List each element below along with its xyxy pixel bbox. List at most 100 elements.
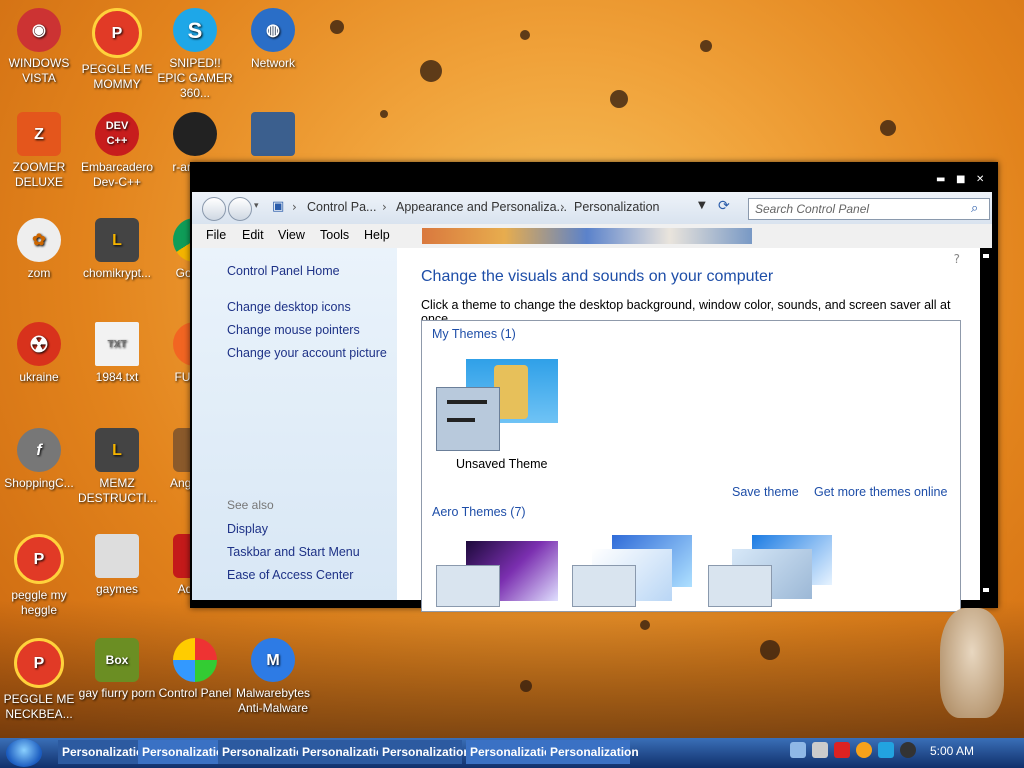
- search-input[interactable]: Search Control Panel ⌕: [748, 198, 990, 220]
- menu-edit[interactable]: Edit: [242, 228, 264, 242]
- breadcrumb-appearance[interactable]: Appearance and Personaliza...: [396, 200, 567, 214]
- desktop-icon-peggle-heggle[interactable]: P peggle my heggle: [0, 534, 78, 618]
- tray-record-icon[interactable]: [900, 742, 916, 758]
- peggle-icon: P: [14, 534, 64, 584]
- taskbar-task[interactable]: Personalization: [466, 740, 559, 764]
- start-button[interactable]: [6, 739, 42, 767]
- forward-button[interactable]: [228, 197, 252, 221]
- ease-of-access-link[interactable]: Ease of Access Center: [227, 568, 353, 582]
- desktop-icon-chomikrypt[interactable]: L chomikrypt...: [78, 218, 156, 281]
- change-account-picture-link[interactable]: Change your account picture: [227, 346, 387, 360]
- unsaved-theme-tile[interactable]: Unsaved Theme: [436, 359, 560, 479]
- recent-pages-chevron-icon[interactable]: ▾: [254, 201, 259, 211]
- peggle-icon: P: [92, 8, 142, 58]
- tasks-pane: Control Panel Home Change desktop icons …: [192, 248, 397, 600]
- see-also-heading: See also: [227, 498, 274, 512]
- menu-view[interactable]: View: [278, 228, 305, 242]
- zoomer-icon: Z: [17, 112, 61, 156]
- vertical-scrollbar[interactable]: [980, 248, 992, 600]
- desktop-icon-devcpp[interactable]: DEV C++ Embarcadero Dev-C++: [78, 112, 156, 190]
- menu-bar: File Edit View Tools Help: [192, 224, 992, 249]
- aero-theme-tile-2[interactable]: [572, 535, 696, 607]
- window-titlebar[interactable]: ▬ ■ ✕: [190, 162, 998, 192]
- skype-icon: S: [173, 8, 217, 52]
- desktop-icon-zoomer[interactable]: Z ZOOMER DELUXE: [0, 112, 78, 190]
- chomikrypt-icon: L: [95, 218, 139, 262]
- aero-theme-tile-1[interactable]: [436, 541, 560, 607]
- desktop-icon-network[interactable]: ◍ Network: [234, 8, 312, 71]
- tray-network-icon[interactable]: [790, 742, 806, 758]
- desktop-icon-sniped[interactable]: S SNIPED!! EPIC GAMER 360...: [156, 8, 234, 101]
- desktop-icon-gaymes[interactable]: gaymes: [78, 534, 156, 597]
- taskbar-task[interactable]: Personalization: [58, 740, 151, 764]
- desktop-icon-ukraine[interactable]: ☢ ukraine: [0, 322, 78, 385]
- radiation-icon: ☢: [17, 322, 61, 366]
- tray-display-icon[interactable]: [878, 742, 894, 758]
- search-icon[interactable]: ⌕: [971, 200, 978, 216]
- back-button[interactable]: [202, 197, 226, 221]
- desktop-icon-zom[interactable]: ✿ zom: [0, 218, 78, 281]
- close-button[interactable]: ✕: [976, 174, 984, 185]
- scroll-up-arrow-icon[interactable]: [983, 254, 989, 258]
- control-panel-icon: [173, 638, 217, 682]
- aero-theme-tile-3[interactable]: [708, 535, 832, 607]
- change-mouse-pointers-link[interactable]: Change mouse pointers: [227, 323, 360, 337]
- display-link[interactable]: Display: [227, 522, 268, 536]
- laptop-icon: [251, 112, 295, 156]
- main-pane: ? Change the visuals and sounds on your …: [397, 248, 980, 612]
- zom-icon: ✿: [17, 218, 61, 262]
- desktop-icon-windows-vista[interactable]: ◉ WINDOWS VISTA: [0, 8, 78, 86]
- tray-volume-icon[interactable]: [812, 742, 828, 758]
- peggle-icon: P: [14, 638, 64, 688]
- menu-tools[interactable]: Tools: [320, 228, 349, 242]
- get-more-themes-link[interactable]: Get more themes online: [814, 485, 947, 499]
- desktop-icon-peggle-neckbeard[interactable]: P PEGGLE ME NECKBEA...: [0, 638, 78, 722]
- taskbar-task[interactable]: Personalization: [138, 740, 231, 764]
- menu-file[interactable]: File: [206, 228, 226, 242]
- themes-list: My Themes (1) Unsaved Theme Save theme G…: [421, 320, 961, 612]
- desktop-icon-1984[interactable]: TXT 1984.txt: [78, 322, 156, 385]
- desktop-icon-malwarebytes[interactable]: M Malwarebytes Anti-Malware: [234, 638, 312, 716]
- taskbar-task[interactable]: Personalization: [298, 740, 391, 764]
- breadcrumb-control-panel[interactable]: Control Pa...: [307, 200, 376, 214]
- devcpp-icon: DEV C++: [95, 112, 139, 156]
- breadcrumb-personalization[interactable]: Personalization: [574, 200, 659, 214]
- flash-icon: f: [17, 428, 61, 472]
- taskbar-task[interactable]: Personalization: [218, 740, 311, 764]
- taskbar-task[interactable]: Personalization: [546, 740, 639, 764]
- box-icon: Box: [95, 638, 139, 682]
- desktop-icon-gay-fiurry[interactable]: Box gay fiurry porn: [78, 638, 156, 701]
- maximize-button[interactable]: ■: [956, 174, 965, 185]
- hamster-character: [940, 608, 1004, 718]
- desktop-icon-peggle-me-mommy[interactable]: P PEGGLE ME MOMMY: [78, 8, 156, 92]
- breadcrumb-separator-icon: ›: [382, 200, 387, 214]
- desktop-icon-laptop[interactable]: [234, 112, 312, 160]
- my-themes-heading: My Themes (1): [432, 327, 516, 341]
- taskbar-task[interactable]: Personalization: [378, 740, 471, 764]
- page-title: Change the visuals and sounds on your co…: [421, 268, 774, 285]
- address-dropdown-icon[interactable]: ▼: [698, 200, 706, 211]
- tray-app-icon[interactable]: [856, 742, 872, 758]
- menu-help[interactable]: Help: [364, 228, 390, 242]
- text-file-icon: TXT: [95, 322, 139, 366]
- rendering-artifact: [422, 228, 752, 244]
- change-desktop-icons-link[interactable]: Change desktop icons: [227, 300, 351, 314]
- taskbar: Personalization Personalization Personal…: [0, 738, 1024, 768]
- refresh-icon[interactable]: ⟳: [718, 198, 730, 214]
- scroll-down-arrow-icon[interactable]: [983, 588, 989, 592]
- desktop-icon-shopping[interactable]: f ShoppingC...: [0, 428, 78, 491]
- help-icon[interactable]: ?: [954, 252, 960, 266]
- desktop-icon-control-panel[interactable]: Control Panel: [156, 638, 234, 701]
- breadcrumb-separator-icon: ›: [560, 200, 565, 214]
- desktop-icon-memz[interactable]: L MEMZ DESTRUCTI...: [78, 428, 157, 506]
- unsaved-theme-label: Unsaved Theme: [456, 457, 548, 471]
- address-bar: ▾ ▣ › Control Pa... › Appearance and Per…: [192, 192, 992, 224]
- network-icon: ◍: [251, 8, 295, 52]
- control-panel-home-link[interactable]: Control Panel Home: [227, 264, 340, 278]
- tray-security-icon[interactable]: [834, 742, 850, 758]
- clock[interactable]: 5:00 AM: [930, 744, 974, 758]
- save-theme-link[interactable]: Save theme: [732, 485, 799, 499]
- malwarebytes-icon: M: [251, 638, 295, 682]
- taskbar-start-menu-link[interactable]: Taskbar and Start Menu: [227, 545, 360, 559]
- minimize-button[interactable]: ▬: [936, 174, 945, 185]
